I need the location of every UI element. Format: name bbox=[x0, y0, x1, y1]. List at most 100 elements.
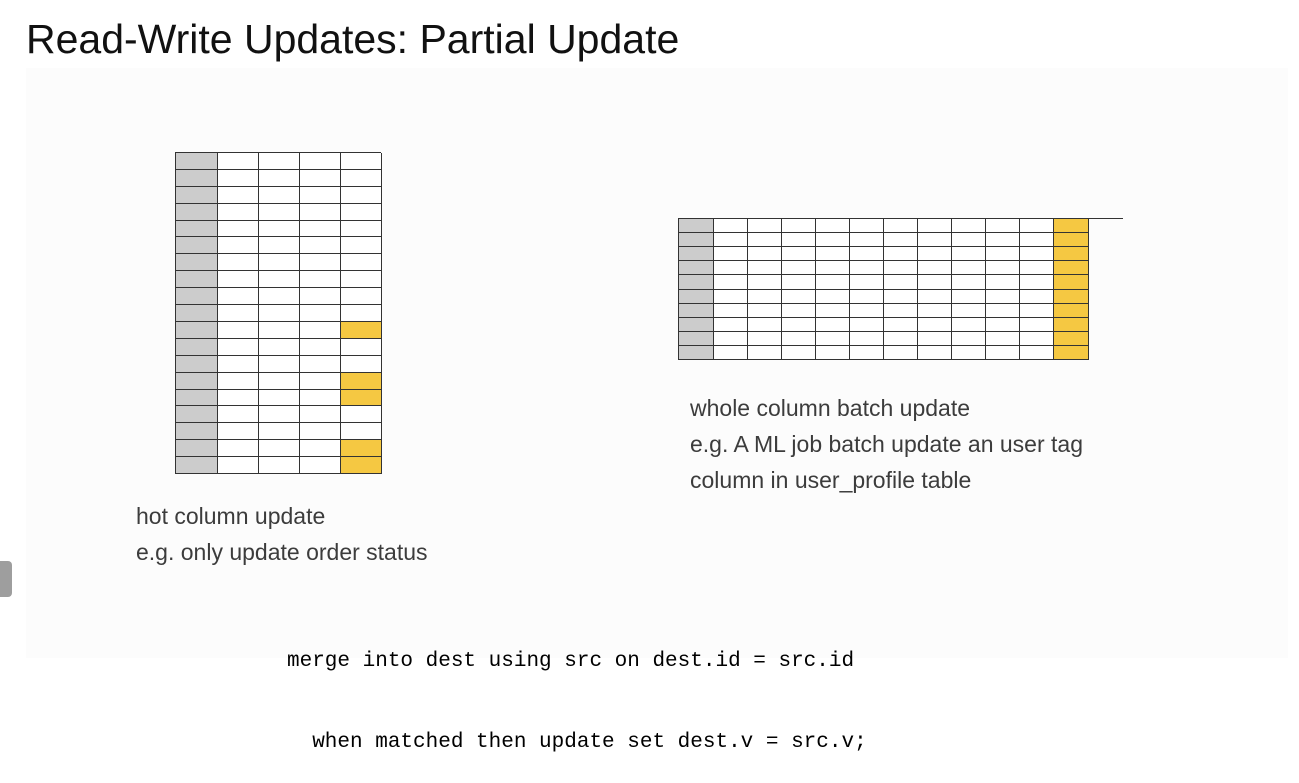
table-cell bbox=[918, 247, 952, 262]
table-cell bbox=[259, 457, 300, 474]
updated-cell bbox=[1054, 275, 1089, 290]
table-cell bbox=[952, 233, 986, 248]
table-cell bbox=[816, 219, 850, 234]
table-cell bbox=[218, 220, 259, 238]
table-cell bbox=[986, 233, 1020, 248]
table-cell bbox=[748, 317, 782, 332]
table-cell bbox=[341, 406, 382, 424]
table-cell bbox=[259, 372, 300, 390]
updated-cell bbox=[1054, 261, 1089, 276]
table-cell bbox=[218, 254, 259, 272]
table-cell bbox=[218, 457, 259, 474]
table-cell bbox=[218, 186, 259, 204]
table-cell bbox=[816, 275, 850, 290]
key-cell bbox=[679, 289, 714, 304]
key-cell bbox=[679, 275, 714, 290]
table-cell bbox=[850, 233, 884, 248]
table-cell bbox=[986, 289, 1020, 304]
table-cell bbox=[782, 219, 816, 234]
table-cell bbox=[341, 288, 382, 306]
table-cell bbox=[986, 331, 1020, 346]
key-cell bbox=[679, 345, 714, 360]
table-cell bbox=[782, 289, 816, 304]
key-cell bbox=[176, 355, 218, 373]
table-cell bbox=[300, 305, 341, 322]
table-cell bbox=[1020, 275, 1054, 290]
table-cell bbox=[748, 303, 782, 318]
sql-merge-statement: merge into dest using src on dest.id = s… bbox=[287, 594, 867, 783]
table-cell bbox=[952, 331, 986, 346]
table-cell bbox=[952, 275, 986, 290]
hot-column-caption: hot column update e.g. only update order… bbox=[136, 498, 428, 570]
table-cell bbox=[1020, 331, 1054, 346]
table-cell bbox=[918, 289, 952, 304]
table-cell bbox=[300, 186, 341, 204]
table-cell bbox=[952, 261, 986, 276]
caption-line: e.g. only update order status bbox=[136, 539, 428, 565]
table-cell bbox=[259, 237, 300, 255]
table-cell bbox=[259, 220, 300, 238]
updated-cell bbox=[341, 389, 382, 407]
table-cell bbox=[218, 305, 259, 322]
key-cell bbox=[176, 423, 218, 441]
table-cell bbox=[218, 406, 259, 424]
table-cell bbox=[714, 331, 748, 346]
table-cell bbox=[918, 219, 952, 234]
table-cell bbox=[218, 169, 259, 187]
table-cell bbox=[300, 338, 341, 356]
key-cell bbox=[679, 247, 714, 262]
table-cell bbox=[341, 153, 382, 170]
updated-cell bbox=[1054, 219, 1089, 234]
table-cell bbox=[918, 275, 952, 290]
table-cell bbox=[259, 288, 300, 306]
table-cell bbox=[748, 261, 782, 276]
table-cell bbox=[341, 220, 382, 238]
table-cell bbox=[218, 321, 259, 339]
table-cell bbox=[259, 271, 300, 289]
table-cell bbox=[986, 275, 1020, 290]
caption-line: hot column update bbox=[136, 503, 326, 529]
table-cell bbox=[300, 203, 341, 221]
table-cell bbox=[884, 303, 918, 318]
key-cell bbox=[176, 372, 218, 390]
updated-cell bbox=[341, 440, 382, 458]
side-panel-handle[interactable] bbox=[0, 561, 12, 597]
table-cell bbox=[986, 261, 1020, 276]
table-cell bbox=[218, 203, 259, 221]
table-cell bbox=[300, 153, 341, 170]
table-cell bbox=[218, 271, 259, 289]
table-cell bbox=[1020, 289, 1054, 304]
table-cell bbox=[341, 186, 382, 204]
table-cell bbox=[300, 440, 341, 458]
table-cell bbox=[850, 247, 884, 262]
table-cell bbox=[816, 303, 850, 318]
table-cell bbox=[300, 271, 341, 289]
table-cell bbox=[300, 372, 341, 390]
key-cell bbox=[679, 331, 714, 346]
table-cell bbox=[218, 288, 259, 306]
table-cell bbox=[259, 203, 300, 221]
table-cell bbox=[884, 261, 918, 276]
table-cell bbox=[952, 345, 986, 360]
table-cell bbox=[952, 219, 986, 234]
table-cell bbox=[259, 153, 300, 170]
updated-cell bbox=[1054, 303, 1089, 318]
table-cell bbox=[850, 219, 884, 234]
updated-cell bbox=[1054, 247, 1089, 262]
code-line: when matched then update set dest.v = sr… bbox=[287, 731, 867, 754]
table-cell bbox=[714, 247, 748, 262]
key-cell bbox=[176, 321, 218, 339]
table-cell bbox=[782, 303, 816, 318]
key-cell bbox=[679, 303, 714, 318]
table-cell bbox=[918, 317, 952, 332]
slide-title: Read-Write Updates: Partial Update bbox=[26, 16, 680, 62]
table-cell bbox=[816, 289, 850, 304]
table-cell bbox=[884, 317, 918, 332]
table-cell bbox=[1020, 233, 1054, 248]
table-cell bbox=[341, 237, 382, 255]
table-cell bbox=[748, 247, 782, 262]
table-cell bbox=[218, 389, 259, 407]
table-cell bbox=[952, 247, 986, 262]
table-cell bbox=[748, 233, 782, 248]
table-cell bbox=[782, 247, 816, 262]
